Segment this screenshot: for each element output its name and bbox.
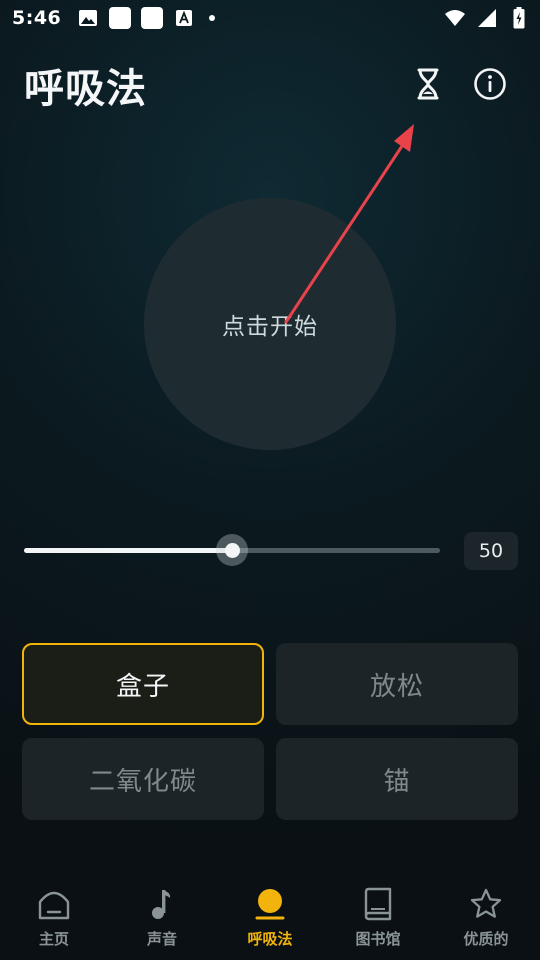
- nav-label: 优质的: [463, 930, 509, 948]
- wifi-icon: [444, 7, 466, 29]
- page-title: 呼吸法: [24, 66, 147, 112]
- info-icon: [473, 67, 507, 105]
- book-icon: [360, 886, 396, 922]
- status-bar: 5:46: [0, 0, 540, 36]
- nav-item-home[interactable]: 主页: [0, 876, 108, 960]
- start-label: 点击开始: [222, 314, 318, 340]
- bottom-nav: 主页 声音 呼吸法 图书馆 优质的: [0, 876, 540, 960]
- image-icon: [77, 7, 99, 29]
- mode-co2-button[interactable]: 二氧化碳: [22, 738, 264, 820]
- duration-slider[interactable]: [24, 534, 440, 566]
- signal-icon: [476, 7, 498, 29]
- timer-button[interactable]: [406, 64, 450, 108]
- slider-thumb[interactable]: [216, 534, 248, 566]
- mode-box-button[interactable]: 盒子: [22, 643, 264, 725]
- mode-anchor-button[interactable]: 锚: [276, 738, 518, 820]
- breathing-icon: [252, 886, 288, 922]
- nav-label: 呼吸法: [247, 930, 293, 948]
- nav-label: 图书馆: [355, 930, 401, 948]
- start-breathing-button[interactable]: 点击开始: [144, 198, 396, 450]
- info-button[interactable]: [468, 64, 512, 108]
- hourglass-icon: [415, 68, 441, 104]
- nav-item-library[interactable]: 图书馆: [324, 876, 432, 960]
- mode-relax-button[interactable]: 放松: [276, 643, 518, 725]
- battery-charging-icon: [508, 7, 530, 29]
- nav-item-breathing[interactable]: 呼吸法: [216, 876, 324, 960]
- app-square-icon: [141, 7, 164, 29]
- status-notification-icons: [77, 7, 216, 29]
- star-icon: [468, 886, 504, 922]
- home-icon: [36, 886, 72, 922]
- status-time: 5:46: [12, 7, 62, 29]
- slider-fill: [24, 548, 232, 553]
- slider-value: 50: [464, 532, 518, 570]
- font-a-icon: [173, 7, 195, 29]
- nav-label: 主页: [38, 930, 69, 948]
- nav-item-sounds[interactable]: 声音: [108, 876, 216, 960]
- app-square-icon: [109, 7, 132, 29]
- nav-label: 声音: [146, 930, 177, 948]
- nav-item-premium[interactable]: 优质的: [432, 876, 540, 960]
- status-system-icons: [444, 7, 530, 29]
- music-note-icon: [144, 886, 180, 922]
- dot-icon: [209, 15, 216, 21]
